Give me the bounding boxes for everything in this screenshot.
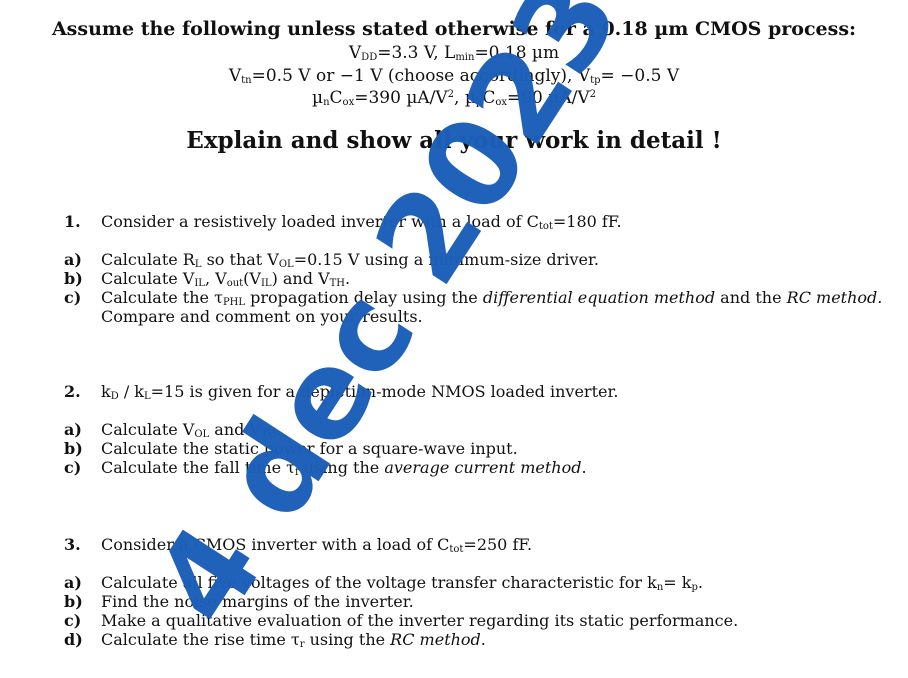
problem-2a-label: a) xyxy=(64,420,82,439)
problem-1a-label: a) xyxy=(64,250,82,269)
problem-3b-text: Find the noise margins of the inverter. xyxy=(101,592,414,611)
problem-1a-text: Calculate RL so that VOL=0.15 V using a … xyxy=(101,250,599,270)
problem-1-statement: Consider a resistively loaded inverter w… xyxy=(101,212,622,232)
problem-2c-text: Calculate the fall time τf using the ave… xyxy=(101,458,587,478)
problem-1b-label: b) xyxy=(64,269,83,288)
problem-1c-label: c) xyxy=(64,288,82,307)
param-line-vdd-lmin: VDD=3.3 V, Lmin=0.18 µm xyxy=(348,43,560,63)
problem-3-number: 3. xyxy=(64,535,81,554)
problem-3a-label: a) xyxy=(64,573,82,592)
problem-2b-label: b) xyxy=(64,439,83,458)
problem-3d-text: Calculate the rise time τr using the RC … xyxy=(101,630,486,650)
problem-2b-text: Calculate the static power for a square-… xyxy=(101,439,518,458)
problem-1c-text: Calculate the τPHL propagation delay usi… xyxy=(101,288,883,308)
header-title: Assume the following unless stated other… xyxy=(51,18,857,40)
param-line-mobility: µnCox=390 µA/V2, µpCox=90 µA/V2 xyxy=(312,88,596,108)
problem-2-statement: kD / kL=15 is given for a depletion-mode… xyxy=(101,382,619,402)
param-line-vt: Vtn=0.5 V or −1 V (choose accordingly), … xyxy=(228,66,680,86)
problem-3a-text: Calculate all five voltages of the volta… xyxy=(101,573,703,593)
problem-2a-text: Calculate VOL and VTH. xyxy=(101,420,282,440)
problem-3c-text: Make a qualitative evaluation of the inv… xyxy=(101,611,739,630)
problem-1-number: 1. xyxy=(64,212,81,231)
problem-3c-label: c) xyxy=(64,611,82,630)
problem-3d-label: d) xyxy=(64,630,83,649)
problem-2-number: 2. xyxy=(64,382,81,401)
instruction-heading: Explain and show all your work in detail… xyxy=(186,127,722,154)
problem-3-statement: Consider a CMOS inverter with a load of … xyxy=(101,535,533,555)
problem-2c-label: c) xyxy=(64,458,82,477)
problem-3b-label: b) xyxy=(64,592,83,611)
problem-1b-text: Calculate VIL, Vout(VIL) and VTH. xyxy=(101,269,351,289)
problem-1c-text-line2: Compare and comment on your results. xyxy=(101,307,423,326)
